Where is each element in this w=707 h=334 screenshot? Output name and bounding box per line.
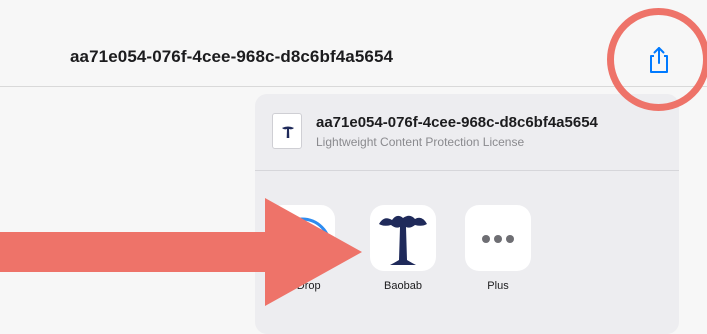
document-title: aa71e054-076f-4cee-968c-d8c6bf4a5654 — [70, 47, 394, 66]
baobab-tree-icon — [379, 215, 427, 265]
more-dots-icon — [482, 235, 514, 243]
app-baobab[interactable]: Baobab — [370, 205, 436, 292]
file-type-label: Lightweight Content Protection License — [316, 135, 525, 149]
annotation-arrow — [0, 198, 362, 306]
share-sheet-header: aa71e054-076f-4cee-968c-d8c6bf4a5654 Lig… — [255, 94, 679, 171]
file-thumbnail — [272, 113, 302, 149]
app-plus[interactable]: Plus — [465, 205, 531, 292]
baobab-tree-icon — [282, 126, 294, 138]
file-name: aa71e054-076f-4cee-968c-d8c6bf4a5654 — [316, 114, 598, 131]
app-label: Baobab — [384, 280, 422, 292]
app-icon-tile — [370, 205, 436, 271]
app-icon-tile — [465, 205, 531, 271]
toolbar: aa71e054-076f-4cee-968c-d8c6bf4a5654 — [0, 0, 707, 87]
annotation-circle — [607, 8, 707, 111]
app-label: Plus — [487, 280, 509, 292]
